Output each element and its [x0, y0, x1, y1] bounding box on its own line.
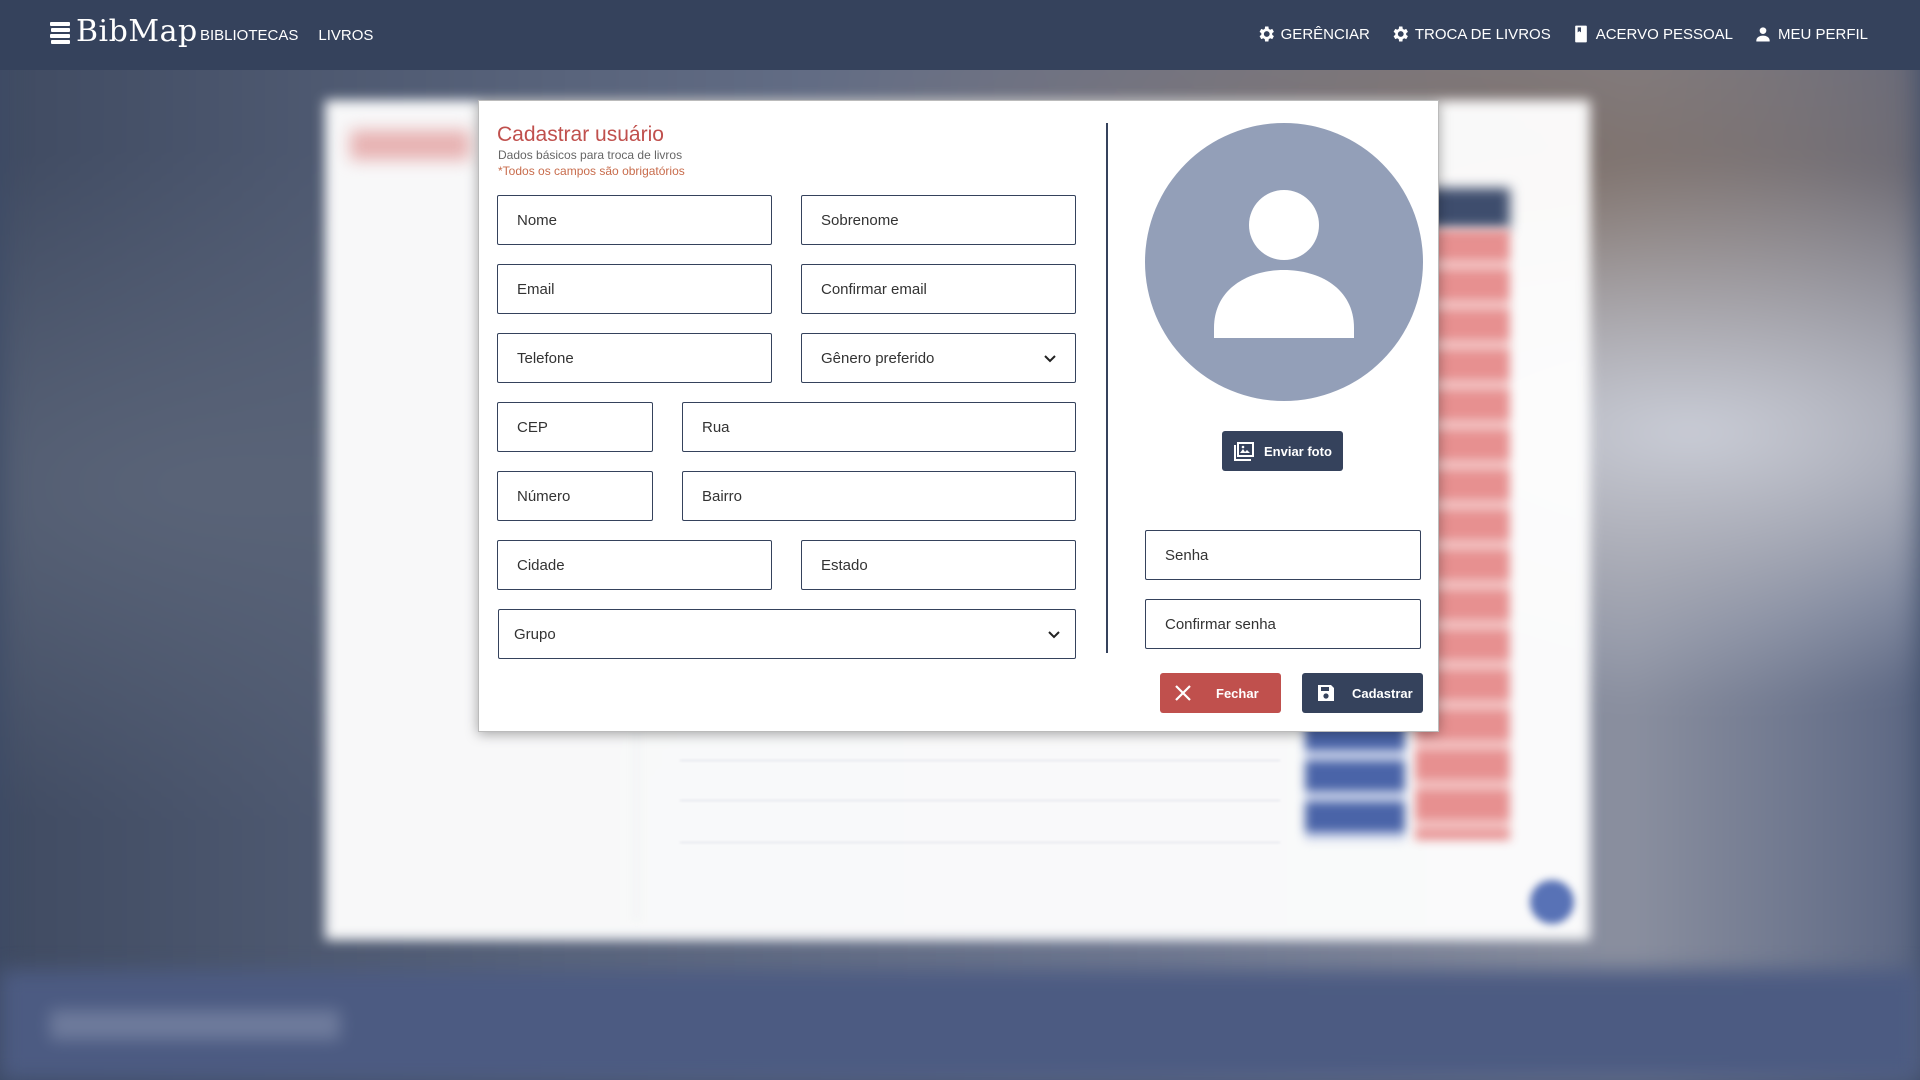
grupo-placeholder: Grupo — [514, 625, 556, 643]
logo-text: BibMap — [76, 14, 198, 49]
close-button[interactable]: Fechar — [1160, 673, 1281, 713]
email-field[interactable]: Email — [497, 264, 772, 314]
senha-placeholder: Senha — [1165, 546, 1209, 564]
chevron-down-icon — [1044, 355, 1056, 363]
confirm-senha-placeholder: Confirmar senha — [1165, 615, 1276, 633]
gear-icon — [1393, 26, 1408, 42]
cidade-field[interactable]: Cidade — [497, 540, 772, 590]
dialog-subtitle: Dados básicos para troca de livros — [498, 148, 683, 162]
register-button[interactable]: Cadastrar — [1302, 673, 1423, 713]
nome-field[interactable]: Nome — [497, 195, 772, 245]
estado-placeholder: Estado — [821, 556, 868, 574]
upload-photo-button[interactable]: Enviar foto — [1222, 431, 1343, 471]
grupo-select[interactable]: Grupo — [498, 609, 1076, 659]
genero-select[interactable]: Gênero preferido — [801, 333, 1076, 383]
person-icon — [1756, 27, 1770, 42]
rua-placeholder: Rua — [702, 418, 730, 436]
register-label: Cadastrar — [1352, 685, 1413, 701]
email-placeholder: Email — [517, 280, 555, 298]
estado-field[interactable]: Estado — [801, 540, 1076, 590]
nav-troca-de-livros[interactable]: TROCA DE LIVROS — [1390, 24, 1551, 44]
numero-placeholder: Número — [517, 487, 571, 505]
rua-field[interactable]: Rua — [682, 402, 1076, 452]
gear-icon — [1259, 26, 1274, 42]
bairro-field[interactable]: Bairro — [682, 471, 1076, 521]
nav-troca-label: TROCA DE LIVROS — [1414, 25, 1551, 43]
confirm-senha-field[interactable]: Confirmar senha — [1145, 599, 1421, 649]
top-navbar: BibMap BIBLIOTECAS LIVROS GERÊNCIAR TROC… — [0, 0, 1920, 70]
nav-gerenciar[interactable]: GERÊNCIAR — [1256, 24, 1370, 44]
cep-placeholder: CEP — [517, 418, 548, 436]
nav-acervo-pessoal[interactable]: ACERVO PESSOAL — [1571, 24, 1733, 44]
nav-gerenciar-label: GERÊNCIAR — [1280, 25, 1370, 43]
senha-field[interactable]: Senha — [1145, 530, 1421, 580]
confirm-email-placeholder: Confirmar email — [821, 280, 927, 298]
chevron-down-icon — [1048, 631, 1060, 639]
nav-acervo-label: ACERVO PESSOAL — [1595, 25, 1733, 43]
register-user-dialog: Cadastrar usuário Dados básicos para tro… — [478, 100, 1439, 732]
nav-bibliotecas[interactable]: BIBLIOTECAS — [200, 27, 298, 44]
books-stack-icon — [50, 21, 70, 44]
confirm-email-field[interactable]: Confirmar email — [801, 264, 1076, 314]
close-label: Fechar — [1216, 685, 1259, 701]
cidade-placeholder: Cidade — [517, 556, 565, 574]
dialog-title: Cadastrar usuário — [497, 123, 664, 146]
sobrenome-placeholder: Sobrenome — [821, 211, 899, 229]
close-icon — [1175, 685, 1191, 701]
nav-perfil-label: MEU PERFIL — [1777, 25, 1868, 43]
book-icon — [1574, 25, 1587, 43]
cep-field[interactable]: CEP — [497, 402, 653, 452]
numero-field[interactable]: Número — [497, 471, 653, 521]
sobrenome-field[interactable]: Sobrenome — [801, 195, 1076, 245]
genero-placeholder: Gênero preferido — [821, 349, 935, 367]
nav-meu-perfil[interactable]: MEU PERFIL — [1753, 24, 1868, 44]
nome-placeholder: Nome — [517, 211, 558, 229]
photo-library-icon — [1234, 442, 1254, 461]
nav-livros[interactable]: LIVROS — [318, 27, 373, 44]
logo[interactable]: BibMap — [48, 14, 198, 49]
telefone-field[interactable]: Telefone — [497, 333, 772, 383]
save-icon — [1318, 685, 1334, 701]
column-divider — [1106, 123, 1108, 653]
telefone-placeholder: Telefone — [517, 349, 574, 367]
required-note: *Todos os campos são obrigatórios — [498, 164, 685, 178]
bairro-placeholder: Bairro — [702, 487, 743, 505]
avatar-placeholder — [1145, 123, 1423, 401]
user-silhouette-icon — [1214, 190, 1354, 338]
upload-photo-label: Enviar foto — [1264, 443, 1332, 459]
